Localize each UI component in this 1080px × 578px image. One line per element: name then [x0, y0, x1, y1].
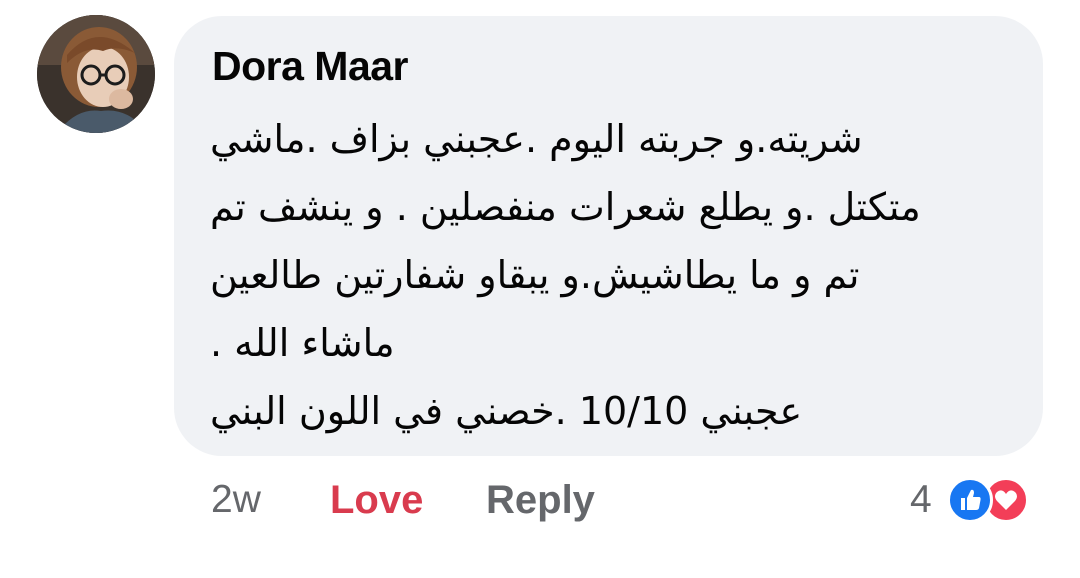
comment-line: ماشاء الله .: [210, 321, 395, 365]
love-button[interactable]: Love: [330, 478, 423, 523]
comment-text: شريته.و جربته اليوم .عجبني بزاف .ماشي مت…: [210, 105, 980, 445]
like-icon: [947, 477, 993, 523]
reaction-count: 4: [910, 478, 932, 521]
comment-line: تم و ما يطاشيش.و يبقاو شفارتين طالعين: [210, 253, 860, 297]
comment-line: عجبني 10/10 .خصني في اللون البني: [210, 389, 803, 433]
reply-button[interactable]: Reply: [486, 478, 595, 523]
author-name[interactable]: Dora Maar: [212, 43, 409, 90]
reaction-summary[interactable]: 4: [910, 473, 1050, 529]
avatar-image: [37, 15, 155, 133]
timestamp[interactable]: 2w: [211, 478, 261, 522]
avatar[interactable]: [37, 15, 155, 133]
comment: Dora Maar شريته.و جربته اليوم .عجبني بزا…: [0, 0, 1080, 578]
comment-line: شريته.و جربته اليوم .عجبني بزاف .ماشي: [210, 117, 863, 161]
comment-line: متكتل .و يطلع شعرات منفصلين . و ينشف تم: [210, 185, 921, 229]
comment-bubble: Dora Maar شريته.و جربته اليوم .عجبني بزا…: [174, 16, 1043, 456]
